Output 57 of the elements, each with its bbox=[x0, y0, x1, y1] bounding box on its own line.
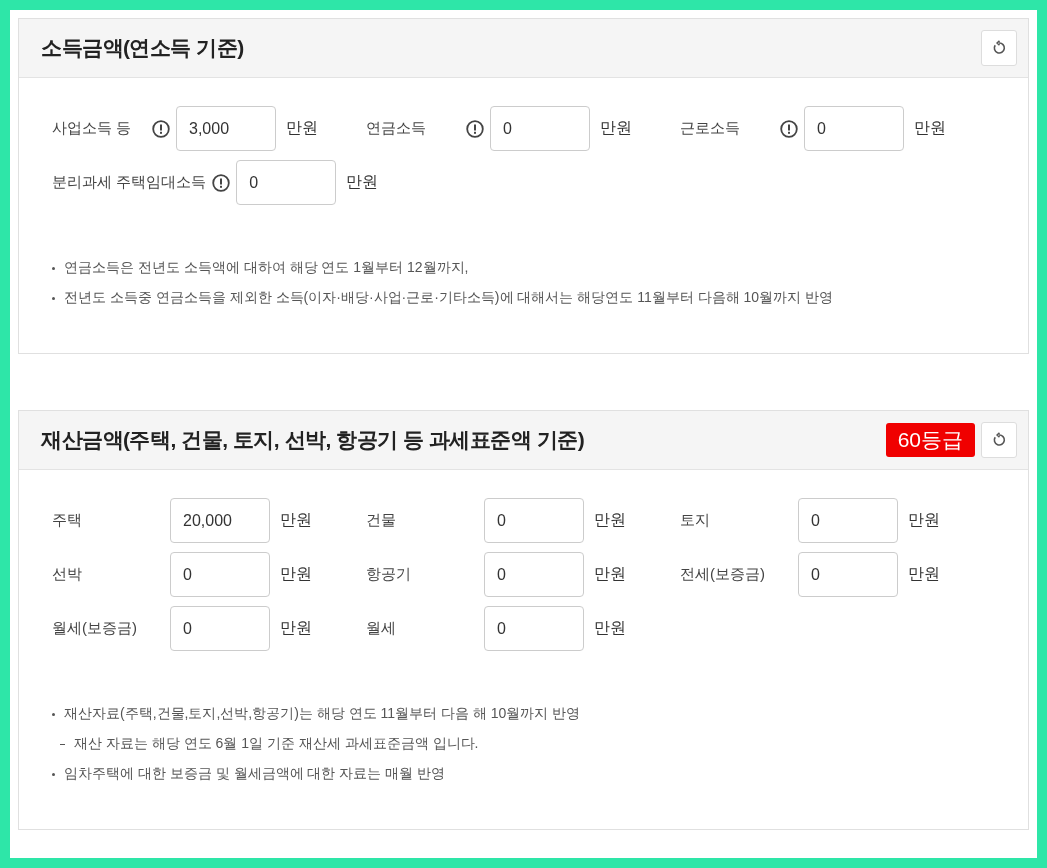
panel-title: 재산금액(주택, 건물, 토지, 선박, 항공기 등 과세표준액 기준) bbox=[41, 427, 585, 453]
unit-label: 만원 bbox=[594, 618, 626, 638]
info-icon[interactable] bbox=[466, 119, 484, 138]
field-label: 토지 bbox=[680, 511, 711, 530]
note-text: 임차주택에 대한 보증금 및 월세금액에 대한 자료는 매월 반영 bbox=[64, 765, 446, 783]
unit-label: 만원 bbox=[594, 564, 626, 584]
bullet-dot bbox=[52, 266, 55, 270]
unit-label: 만원 bbox=[280, 510, 312, 530]
unit-label: 만원 bbox=[286, 118, 318, 138]
amount-input[interactable]: 0 bbox=[484, 606, 584, 651]
note-text: 전년도 소득중 연금소득을 제외한 소득(이자·배당·사업·근로·기타소득)에 대해서는 해당연도 11월부터 다음해 10월까지 반영 bbox=[64, 289, 833, 307]
bullet-dot bbox=[52, 712, 55, 716]
bullet-dot bbox=[52, 296, 55, 300]
field-label: 월세(보증금) bbox=[52, 619, 138, 638]
panel-title: 소득금액(연소득 기준) bbox=[41, 35, 244, 61]
field-label: 근로소득 bbox=[680, 119, 741, 138]
reset-icon bbox=[991, 40, 1007, 56]
field-label: 선박 bbox=[52, 565, 83, 584]
amount-input[interactable]: 0 bbox=[236, 160, 337, 205]
unit-label: 만원 bbox=[600, 118, 632, 138]
amount-input[interactable]: 0 bbox=[170, 552, 270, 597]
amount-input[interactable]: 0 bbox=[484, 498, 584, 543]
amount-input[interactable]: 3,000 bbox=[176, 106, 276, 151]
field-label: 전세(보증금) bbox=[680, 565, 766, 584]
unit-label: 만원 bbox=[594, 510, 626, 530]
reset-button[interactable] bbox=[981, 30, 1017, 66]
amount-input[interactable]: 0 bbox=[490, 106, 590, 151]
amount-input[interactable]: 0 bbox=[804, 106, 904, 151]
unit-label: 만원 bbox=[908, 564, 940, 584]
note-text: 재산자료(주택,건물,토지,선박,항공기)는 해당 연도 11월부터 다음 해 10월까지 반영 bbox=[64, 705, 581, 723]
field-label: 월세 bbox=[366, 619, 397, 638]
reset-icon bbox=[991, 432, 1007, 448]
field-label: 연금소득 bbox=[366, 119, 427, 138]
field-label: 주택 bbox=[52, 511, 83, 530]
info-icon[interactable] bbox=[212, 173, 231, 192]
amount-input[interactable]: 20,000 bbox=[170, 498, 270, 543]
reset-button[interactable] bbox=[981, 422, 1017, 458]
amount-input[interactable]: 0 bbox=[798, 498, 898, 543]
unit-label: 만원 bbox=[280, 618, 312, 638]
unit-label: 만원 bbox=[908, 510, 940, 530]
field-label: 사업소득 등 bbox=[52, 119, 133, 138]
unit-label: 만원 bbox=[914, 118, 946, 138]
bullet-dot bbox=[52, 772, 55, 776]
info-icon[interactable] bbox=[152, 119, 170, 138]
grade-badge: 60등급 bbox=[885, 423, 975, 457]
note-text: 재산 자료는 해당 연도 6월 1일 기준 재산세 과세표준금액 입니다. bbox=[74, 735, 479, 753]
amount-input[interactable]: 0 bbox=[798, 552, 898, 597]
info-icon[interactable] bbox=[780, 119, 798, 138]
unit-label: 만원 bbox=[346, 172, 379, 192]
unit-label: 만원 bbox=[280, 564, 312, 584]
amount-input[interactable]: 0 bbox=[170, 606, 270, 651]
field-label: 항공기 bbox=[366, 565, 412, 584]
dash-mark bbox=[60, 743, 65, 745]
note-text: 연금소득은 전년도 소득액에 대하여 해당 연도 1월부터 12월까지, bbox=[64, 259, 469, 277]
field-label: 건물 bbox=[366, 511, 397, 530]
amount-input[interactable]: 0 bbox=[484, 552, 584, 597]
field-label: 분리과세 주택임대소득 bbox=[52, 173, 207, 192]
